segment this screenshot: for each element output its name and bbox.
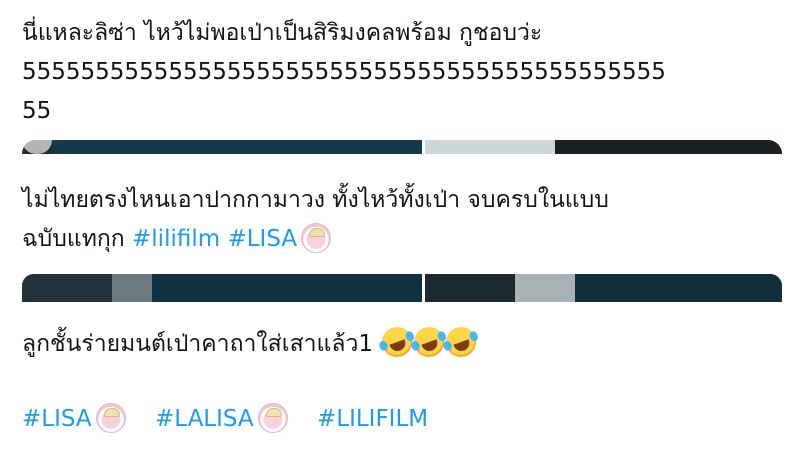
lisa-sticker-icon [301, 222, 332, 253]
tweet-text-2-line1: ไม่ไทยตรงไหนเอาปากกามาวง ทั้งไหว้ทั้งเป่… [22, 187, 609, 213]
hashtag-lisa-link[interactable]: #LISA [227, 226, 297, 252]
hashtag-lisa-link[interactable]: #LISA [22, 406, 92, 432]
media-thumb-2b [112, 274, 152, 302]
lisa-sticker-icon [257, 402, 288, 433]
tweet-text-3: ลูกชั้นร่ายมนต์เป่าคาถาใส่เสาแล้ว1 [22, 322, 786, 364]
tweet-text-2-line2-text: ฉบับแทกุก [22, 226, 133, 252]
media-thumb-2e [515, 274, 575, 302]
rolling-on-floor-laughing-icon [410, 322, 449, 361]
media-thumb-2a [22, 274, 112, 302]
tweet-text-1-line2: 5555555555555555555555555555555555555555… [22, 59, 666, 85]
tweet-text-1-line3: 55 [22, 98, 52, 124]
hashtag-row: #LISA #LALISA #LILIFILM [22, 400, 786, 439]
media-preview-2[interactable] [22, 274, 782, 302]
media-thumb-2c [152, 274, 422, 302]
media-preview-1[interactable] [22, 140, 782, 154]
hashtag-lilifilm-caps-link[interactable]: #LILIFILM [317, 406, 428, 432]
tweet-text-2: ไม่ไทยตรงไหนเอาปากกามาวง ทั้งไหว้ทั้งเป่… [22, 181, 786, 259]
media-thumb-1d [555, 140, 782, 154]
tweet-text-2-line2: ฉบับแทกุก #lilifilm #LISA [22, 220, 786, 259]
media-thumb-2f [575, 274, 782, 302]
rolling-on-floor-laughing-icon [378, 322, 417, 361]
media-thumb-1b [52, 140, 422, 154]
hashtag-lalisa-link[interactable]: #LALISA [155, 406, 254, 432]
hashtag-lilifilm-link[interactable]: #lilifilm [132, 226, 220, 252]
tweet-text-1-line1: นี่แหละลิซ่า ไหว้ไม่พอเป่าเป็นสิริมงคลพร… [22, 20, 543, 46]
media-thumb-2d [425, 274, 515, 302]
media-thumb-1c [425, 140, 555, 154]
lisa-sticker-icon [95, 402, 126, 433]
media-thumb-1a [22, 140, 52, 154]
tweet-text-3-line: ลูกชั้นร่ายมนต์เป่าคาถาใส่เสาแล้ว1 [22, 331, 373, 357]
tweet-text-1: นี่แหละลิซ่า ไหว้ไม่พอเป่าเป็นสิริมงคลพร… [22, 14, 786, 131]
rolling-on-floor-laughing-icon [442, 322, 481, 361]
